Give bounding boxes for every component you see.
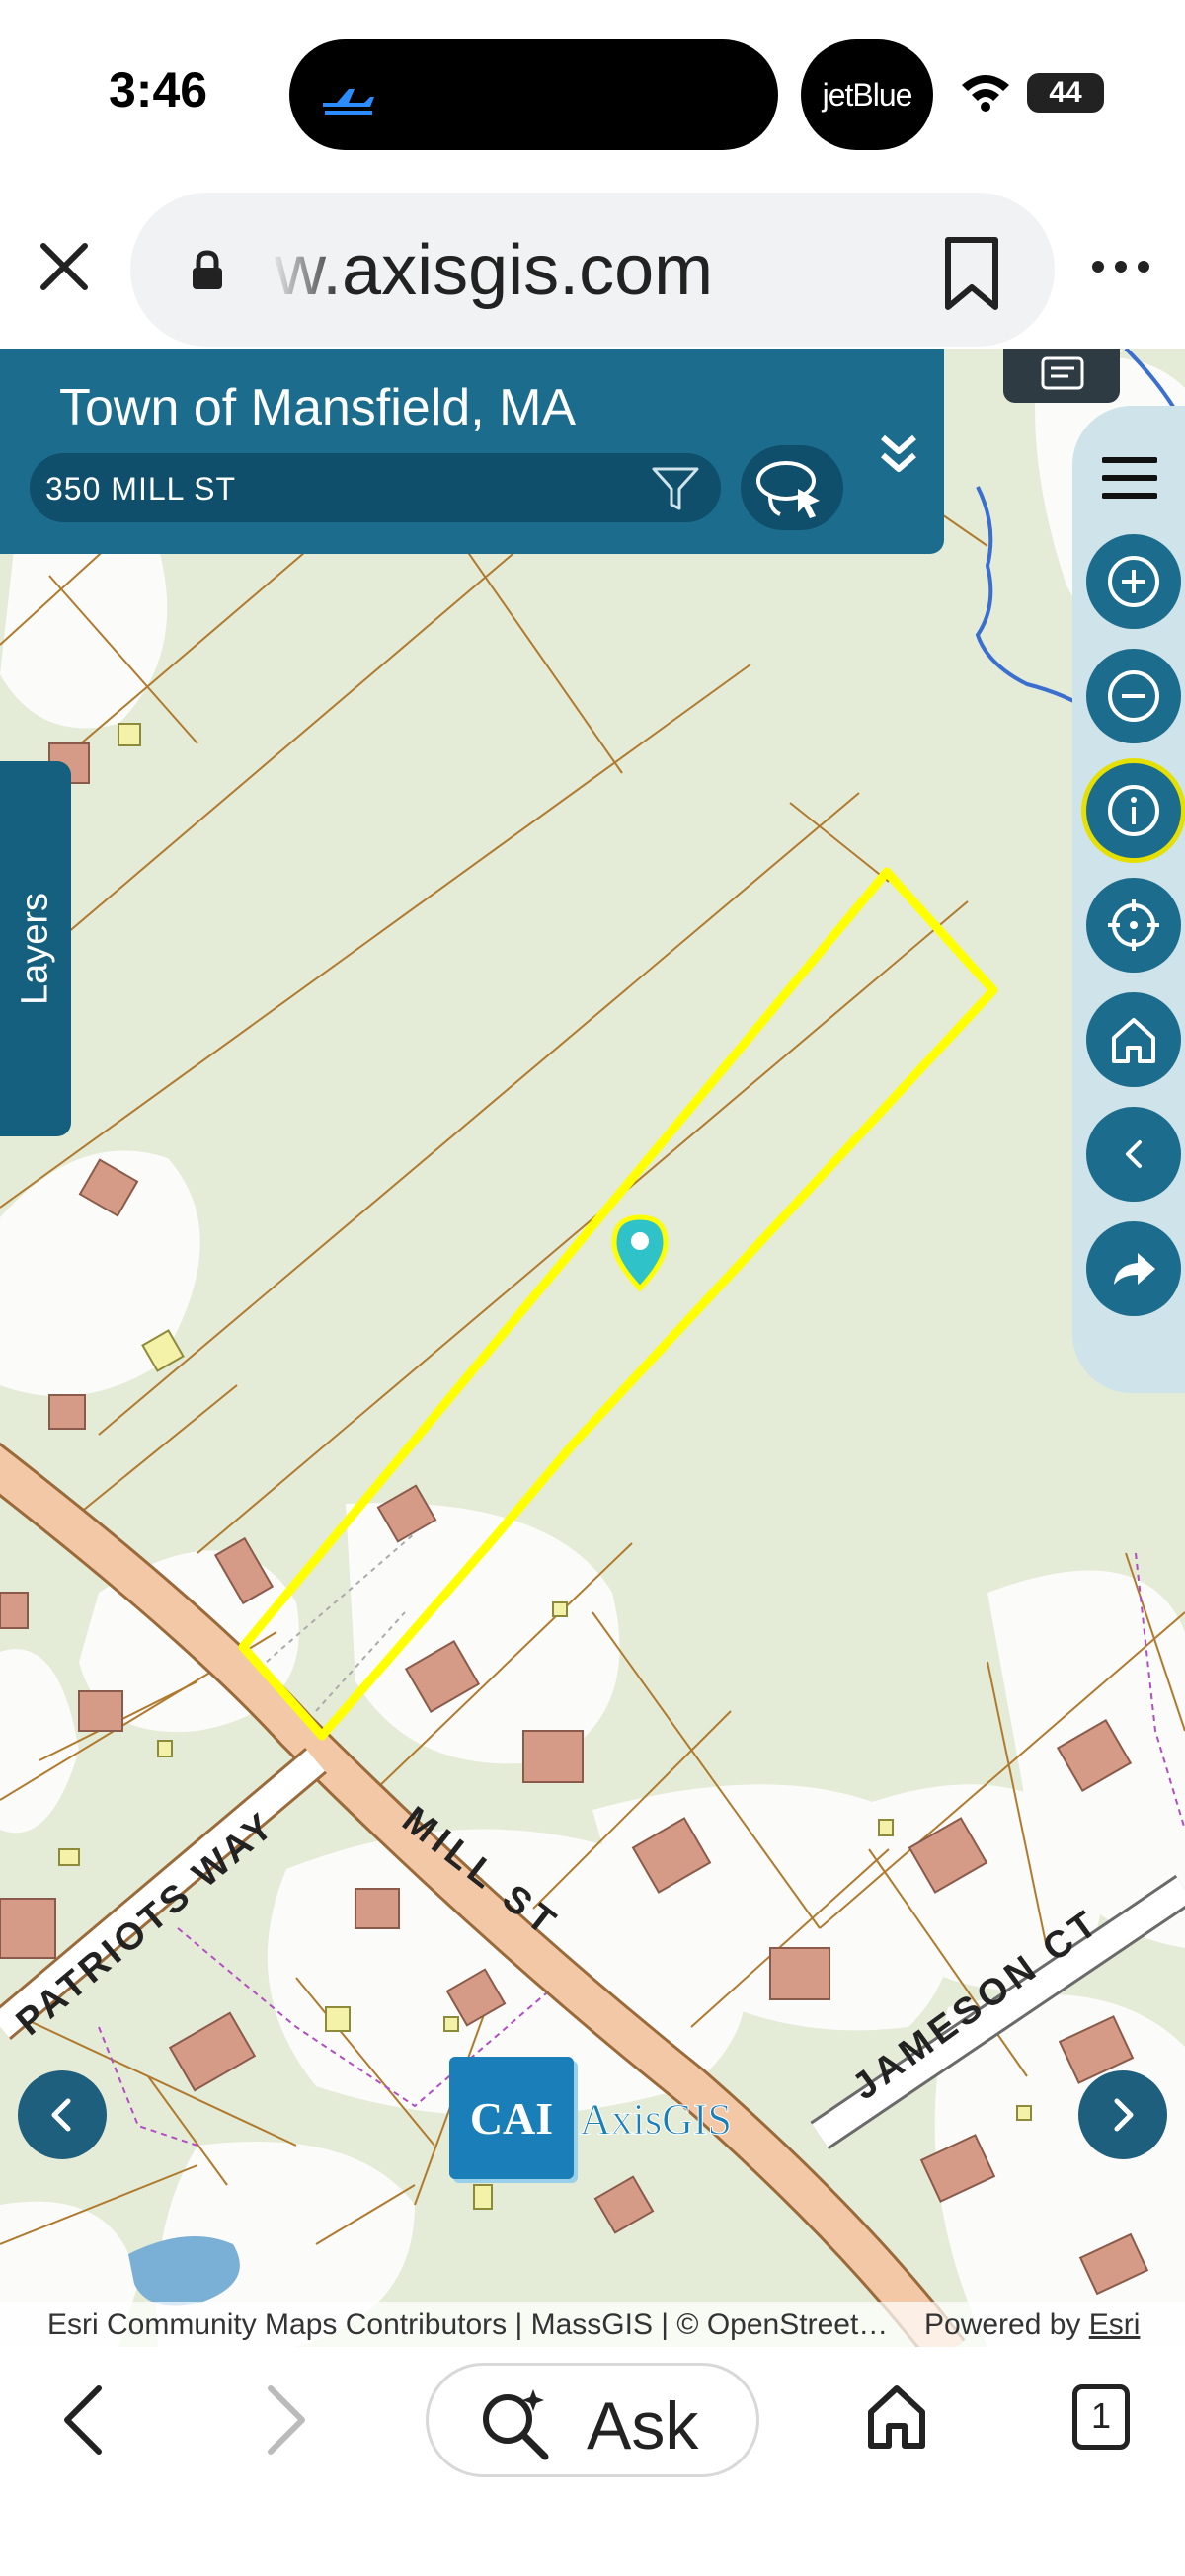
info-icon — [1108, 785, 1159, 836]
collapse-icon — [1126, 1140, 1142, 1168]
zoom-out-icon — [1108, 670, 1159, 722]
chevron-right-icon — [1114, 2098, 1134, 2132]
lasso-select-button[interactable] — [741, 445, 843, 530]
plane-icon — [323, 89, 374, 115]
ask-label: Ask — [587, 2388, 699, 2463]
forward-icon[interactable] — [259, 2382, 312, 2458]
home-icon — [1112, 1018, 1155, 1063]
town-title: Town of Mansfield, MA — [59, 379, 577, 436]
chevron-left-icon — [51, 2098, 71, 2132]
browser-bottom-bar: Ask 1 — [0, 2347, 1185, 2576]
chat-button[interactable] — [1003, 349, 1120, 403]
map-header: Town of Mansfield, MA 350 MILL ST — [0, 349, 944, 554]
filter-icon[interactable] — [650, 465, 701, 512]
bookmark-icon[interactable] — [940, 236, 1003, 311]
home-icon[interactable] — [865, 2382, 928, 2452]
next-arrow-button[interactable] — [1078, 2070, 1167, 2159]
more-icon[interactable] — [1086, 252, 1155, 281]
status-time: 3:46 — [109, 62, 208, 117]
locate-button[interactable] — [1086, 878, 1181, 973]
carrier-pill[interactable]: jetBlue — [801, 39, 933, 150]
basemap[interactable]: PATRIOTS WAY MILL ST JAMESON CT — [0, 349, 1185, 2347]
back-icon[interactable] — [57, 2382, 111, 2458]
esri-link[interactable]: Esri — [1089, 2308, 1141, 2341]
lock-icon — [193, 250, 222, 289]
battery-icon: 44 — [1027, 73, 1104, 113]
url-fade — [269, 193, 348, 347]
search-value[interactable]: 350 MILL ST — [45, 471, 236, 507]
ask-button[interactable]: Ask — [426, 2363, 759, 2477]
cai-axisgis-logo: CAI AxisGIS — [449, 2057, 733, 2179]
tabs-button[interactable]: 1 — [1072, 2384, 1130, 2450]
attribution-text[interactable]: Esri Community Maps Contributors | MassG… — [47, 2308, 888, 2342]
map-toolbar — [1072, 406, 1185, 1393]
layers-tab[interactable]: Layers — [0, 761, 71, 1136]
wifi-icon — [962, 75, 1009, 112]
browser-url-row: w.axisgis.com — [0, 183, 1185, 349]
close-icon[interactable] — [30, 232, 99, 301]
powered-by-prefix: Powered by — [924, 2308, 1089, 2341]
map-attribution: Esri Community Maps Contributors | MassG… — [0, 2302, 1185, 2347]
collapse-chevron-icon[interactable] — [875, 429, 922, 479]
share-map-button[interactable] — [1086, 1221, 1181, 1316]
location-pin-icon — [611, 1214, 669, 1292]
status-bar: 3:46 jetBlue 44 — [0, 0, 1185, 183]
zoom-out-button[interactable] — [1086, 649, 1181, 743]
dynamic-island[interactable] — [289, 39, 778, 150]
powered-by: Powered by Esri — [924, 2308, 1140, 2342]
logo-text: AxisGIS — [579, 2095, 733, 2145]
prev-arrow-button[interactable] — [18, 2070, 107, 2159]
logo-box: CAI — [449, 2057, 574, 2179]
search-input[interactable]: 350 MILL ST — [30, 453, 721, 522]
address-bar[interactable]: w.axisgis.com — [130, 193, 1055, 347]
zoom-in-icon — [1108, 556, 1159, 607]
lasso-select-icon — [756, 461, 820, 518]
collapse-toolbar-button[interactable] — [1086, 1107, 1181, 1202]
ai-search-icon — [483, 2389, 549, 2460]
info-button[interactable] — [1086, 763, 1181, 858]
chat-icon — [1041, 356, 1084, 390]
locate-icon — [1108, 899, 1159, 951]
zoom-in-button[interactable] — [1086, 534, 1181, 629]
layers-label: Layers — [14, 892, 56, 1006]
menu-icon[interactable] — [1102, 455, 1157, 501]
map-view[interactable]: PATRIOTS WAY MILL ST JAMESON CT Town of … — [0, 349, 1185, 2347]
share-arrow-icon — [1114, 1253, 1155, 1285]
home-extent-button[interactable] — [1086, 992, 1181, 1087]
